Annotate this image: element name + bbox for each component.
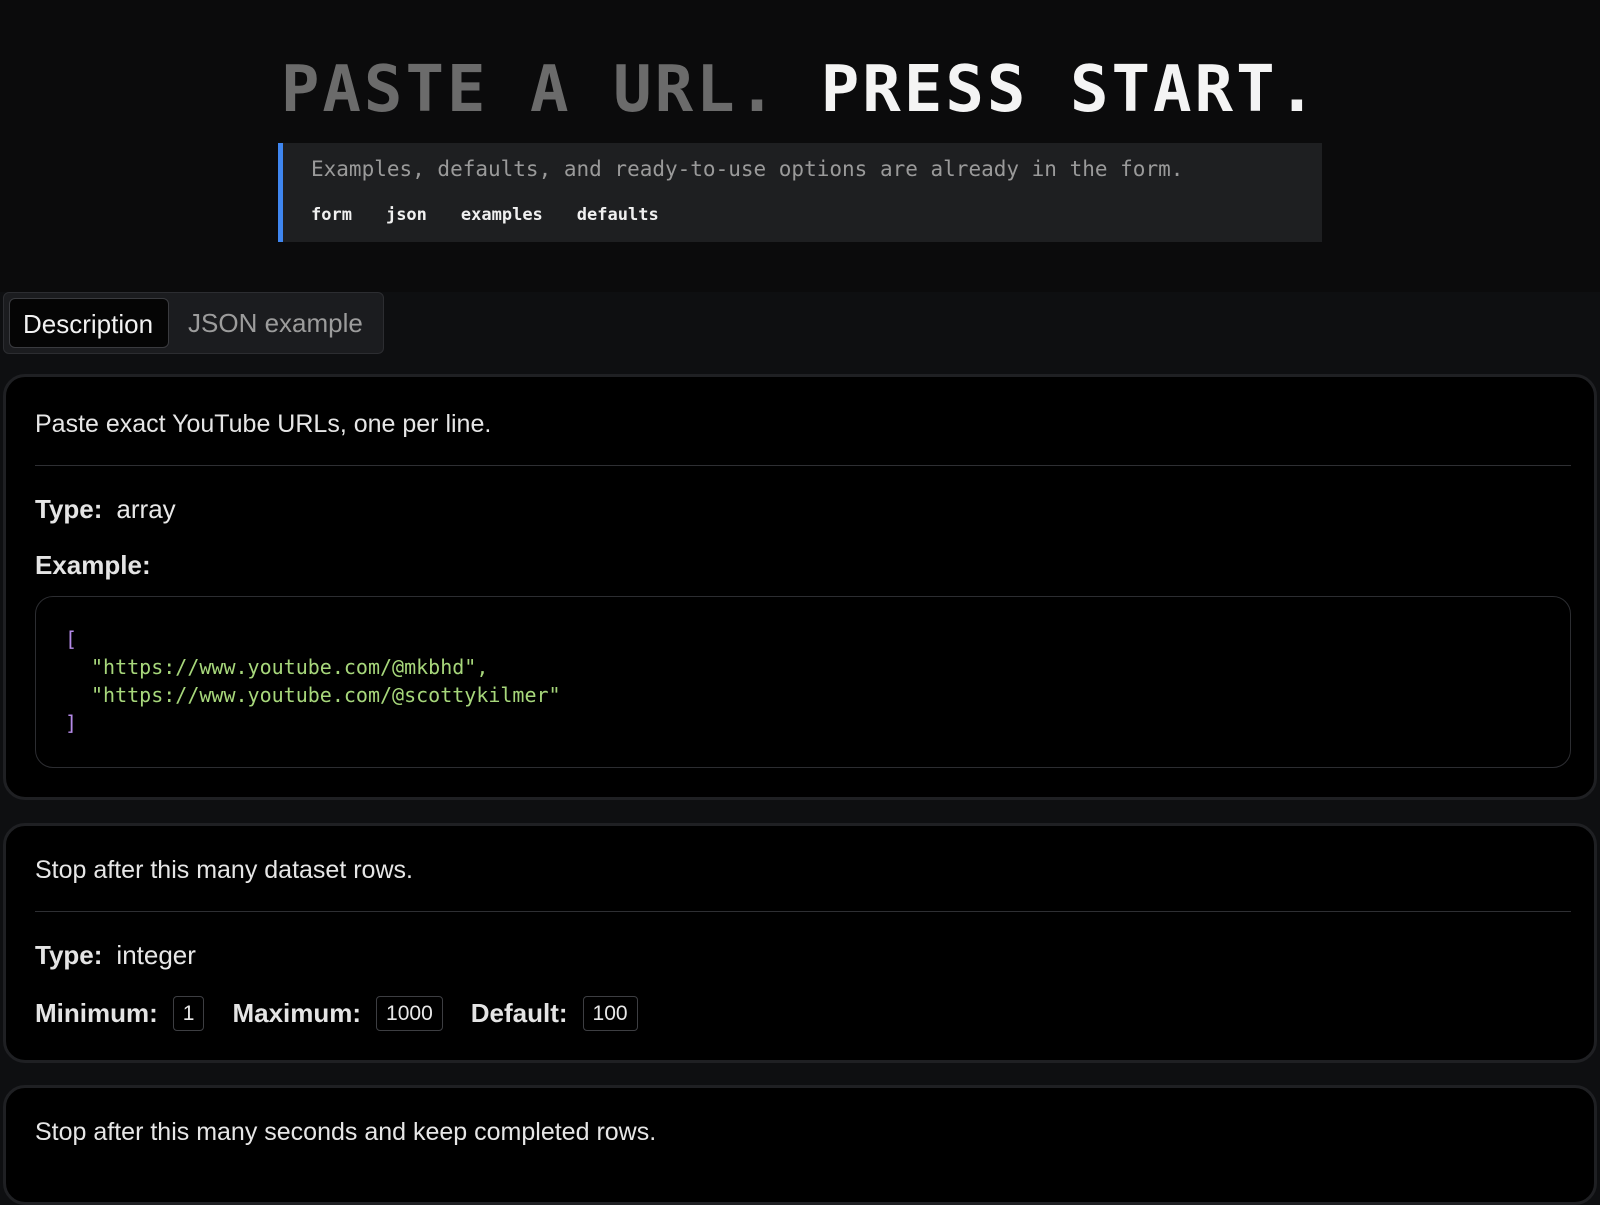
page-headline: PASTE A URL. PRESS START.: [0, 50, 1600, 130]
maximum-value-badge: 1000: [376, 996, 443, 1031]
field-description: Paste exact YouTube URLs, one per line.: [35, 410, 492, 438]
info-callout: Examples, defaults, and ready-to-use opt…: [278, 143, 1322, 242]
tag-examples: examples: [460, 205, 543, 225]
divider: [35, 911, 1571, 912]
tab-json-example[interactable]: JSON example: [188, 298, 363, 348]
example-code-block: [ "https://www.youtube.com/@mkbhd", "htt…: [35, 596, 1571, 768]
default-label: Default:: [470, 998, 568, 1028]
headline-bright: PRESS START.: [820, 53, 1320, 127]
constraints-row: Minimum: 1 Maximum: 1000 Default: 100: [35, 996, 666, 1031]
tag-defaults: defaults: [576, 205, 659, 225]
default-value-badge: 100: [582, 996, 638, 1031]
code-string: "https://www.youtube.com/@scottykilmer": [91, 683, 561, 707]
example-row: Example:: [35, 550, 151, 581]
example-label: Example:: [35, 550, 151, 580]
field-card-urls: Paste exact YouTube URLs, one per line. …: [3, 374, 1597, 800]
callout-tags: form json examples defaults: [311, 205, 659, 225]
headline-dim: PASTE A URL.: [280, 53, 780, 127]
field-card-timeout: Stop after this many seconds and keep co…: [3, 1085, 1597, 1205]
type-value: array: [116, 494, 176, 524]
view-tabs: Description JSON example: [3, 292, 384, 354]
tag-json: json: [385, 205, 427, 225]
tab-description[interactable]: Description: [9, 298, 169, 348]
type-row: Type: array: [35, 494, 176, 525]
minimum-value-badge: 1: [172, 996, 205, 1031]
code-open-bracket: [: [65, 627, 78, 651]
callout-text: Examples, defaults, and ready-to-use opt…: [311, 157, 1184, 181]
type-label: Type:: [35, 494, 103, 524]
tag-form: form: [311, 205, 352, 225]
code-close-bracket: ]: [65, 711, 78, 735]
minimum-label: Minimum:: [35, 998, 158, 1028]
maximum-label: Maximum:: [232, 998, 362, 1028]
divider: [35, 465, 1571, 466]
field-description: Stop after this many dataset rows.: [35, 856, 413, 884]
hero-section: PASTE A URL. PRESS START. Examples, defa…: [0, 0, 1600, 292]
field-card-max-rows: Stop after this many dataset rows. Type:…: [3, 823, 1597, 1063]
type-row: Type: integer: [35, 940, 196, 971]
field-description: Stop after this many seconds and keep co…: [35, 1118, 657, 1146]
code-string: "https://www.youtube.com/@mkbhd",: [91, 655, 489, 679]
type-value: integer: [116, 940, 196, 970]
type-label: Type:: [35, 940, 103, 970]
